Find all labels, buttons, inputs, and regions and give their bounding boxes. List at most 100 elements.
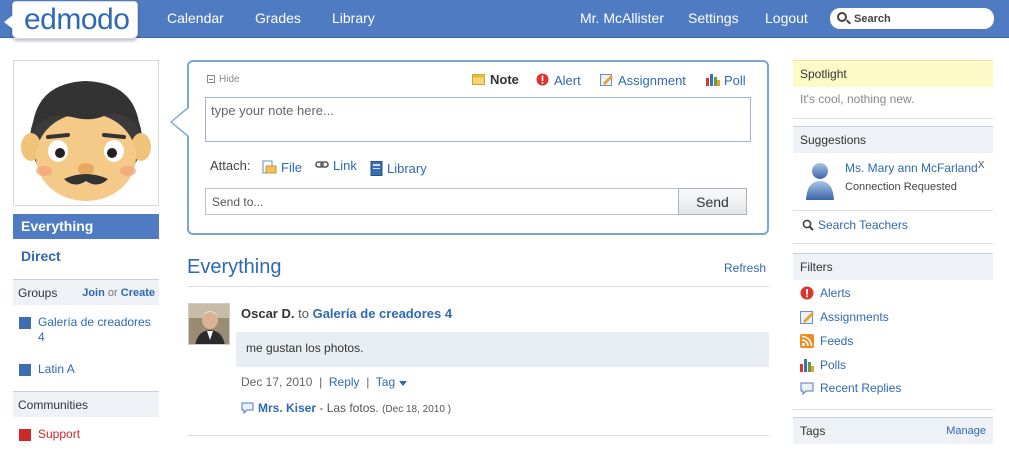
comment-bubble-icon bbox=[241, 402, 254, 415]
reply-link[interactable]: Reply bbox=[329, 375, 360, 389]
nav-logout-link[interactable]: Logout bbox=[765, 10, 808, 26]
rss-feed-icon bbox=[800, 334, 814, 348]
alert-icon bbox=[800, 286, 814, 300]
search-teachers-link[interactable]: Search Teachers bbox=[802, 217, 908, 232]
tab-poll[interactable]: Poll bbox=[706, 72, 746, 88]
filter-feeds-label: Feeds bbox=[820, 334, 854, 348]
create-group-link[interactable]: Create bbox=[121, 287, 155, 299]
nav-settings-link[interactable]: Settings bbox=[688, 10, 739, 26]
groups-actions: Join or Create bbox=[82, 287, 155, 299]
filter-alerts[interactable]: Alerts bbox=[800, 283, 851, 300]
post-reply: Mrs. Kiser - Las fotos. (Dec 18, 2010 ) bbox=[241, 400, 451, 415]
author-photo-icon bbox=[189, 304, 229, 344]
note-textarea[interactable] bbox=[206, 98, 750, 141]
spotlight-header: Spotlight bbox=[793, 60, 993, 87]
post-author-name[interactable]: Oscar D. bbox=[241, 306, 294, 321]
community-name[interactable]: Support bbox=[19, 427, 154, 442]
sidebar-item-direct[interactable]: Direct bbox=[13, 244, 159, 269]
filter-polls[interactable]: Polls bbox=[800, 355, 846, 372]
nav-calendar-link[interactable]: Calendar bbox=[167, 10, 224, 26]
send-to-field bbox=[205, 188, 679, 215]
filter-recent-replies[interactable]: Recent Replies bbox=[800, 379, 902, 396]
poll-icon bbox=[706, 73, 720, 86]
group-name[interactable]: Latin A bbox=[19, 362, 154, 377]
nav-library-link[interactable]: Library bbox=[332, 10, 375, 26]
note-icon bbox=[472, 73, 485, 85]
right-divider bbox=[793, 409, 993, 410]
nav-grades-link[interactable]: Grades bbox=[255, 10, 301, 26]
dismiss-suggestion-close-icon[interactable]: x bbox=[978, 156, 985, 171]
right-divider bbox=[793, 243, 993, 244]
post-author-avatar[interactable] bbox=[188, 303, 230, 345]
tags-heading: Tags bbox=[800, 424, 826, 438]
attach-link-link[interactable]: Link bbox=[315, 158, 357, 173]
post-meta: Dec 17, 2010 | Reply | Tag bbox=[241, 375, 407, 389]
refresh-link[interactable]: Refresh bbox=[724, 261, 766, 275]
suggestion-name-link[interactable]: Ms. Mary ann McFarland bbox=[845, 161, 978, 175]
person-silhouette-icon bbox=[806, 163, 834, 200]
join-group-link[interactable]: Join bbox=[82, 287, 105, 299]
attach-library-link[interactable]: Library bbox=[370, 158, 427, 176]
right-divider bbox=[793, 210, 993, 211]
profile-avatar[interactable] bbox=[13, 60, 159, 206]
community-item[interactable]: Support bbox=[19, 427, 154, 442]
filter-recent-replies-label: Recent Replies bbox=[820, 381, 902, 395]
groups-heading: Groups bbox=[18, 286, 58, 300]
filter-feeds[interactable]: Feeds bbox=[800, 331, 853, 348]
sidebar-item-everything[interactable]: Everything bbox=[13, 214, 159, 239]
link-icon bbox=[315, 161, 329, 168]
group-item[interactable]: Galería de creadores 4 bbox=[19, 315, 154, 345]
search-box bbox=[830, 8, 994, 29]
search-teachers-label: Search Teachers bbox=[818, 218, 908, 232]
group-color-icon bbox=[19, 317, 31, 329]
assignment-icon bbox=[600, 73, 613, 86]
magnifier-icon bbox=[802, 219, 814, 231]
tab-assignment[interactable]: Assignment bbox=[600, 72, 686, 88]
send-button[interactable]: Send bbox=[678, 188, 747, 215]
post-group-link[interactable]: Galería de creadores 4 bbox=[313, 306, 452, 321]
nav-user-link[interactable]: Mr. McAllister bbox=[580, 10, 664, 26]
tag-dropdown[interactable]: Tag bbox=[376, 375, 407, 389]
attach-file-link[interactable]: File bbox=[262, 158, 302, 175]
suggestion-avatar[interactable] bbox=[804, 160, 836, 203]
search-input[interactable] bbox=[854, 11, 984, 26]
chevron-down-icon bbox=[398, 381, 407, 386]
collapse-icon bbox=[207, 75, 215, 83]
send-to-input[interactable] bbox=[206, 189, 678, 214]
alert-icon bbox=[536, 73, 549, 86]
meta-separator: | bbox=[366, 375, 370, 389]
tab-note-label: Note bbox=[490, 72, 519, 87]
hide-label: Hide bbox=[219, 74, 240, 85]
feed-divider bbox=[187, 435, 769, 436]
group-name[interactable]: Galería de creadores 4 bbox=[19, 315, 154, 345]
tab-note[interactable]: Note bbox=[472, 72, 519, 87]
tab-alert[interactable]: Alert bbox=[536, 72, 581, 88]
tag-label: Tag bbox=[375, 375, 396, 389]
filters-header: Filters bbox=[793, 253, 993, 280]
feed-title: Everything bbox=[187, 256, 282, 278]
suggestions-header: Suggestions bbox=[793, 126, 993, 153]
top-navigation-bar: edmodo Calendar Grades Library Mr. McAll… bbox=[0, 0, 1009, 39]
reply-author-name[interactable]: Mrs. Kiser bbox=[258, 401, 316, 415]
reply-text: - Las fotos. bbox=[319, 401, 379, 415]
assignment-icon bbox=[800, 310, 814, 324]
filter-polls-label: Polls bbox=[820, 358, 847, 372]
manage-tags-link[interactable]: Manage bbox=[946, 425, 986, 437]
hide-composer-toggle[interactable]: Hide bbox=[207, 74, 240, 85]
tab-poll-label: Poll bbox=[724, 73, 746, 88]
attach-library-label: Library bbox=[387, 161, 427, 176]
community-color-icon bbox=[19, 429, 31, 441]
groups-section-header: Groups Join or Create bbox=[13, 279, 159, 305]
group-item[interactable]: Latin A bbox=[19, 362, 154, 377]
filter-assignments[interactable]: Assignments bbox=[800, 307, 889, 324]
comment-bubble-icon bbox=[800, 382, 814, 396]
filter-assignments-label: Assignments bbox=[820, 310, 889, 324]
cartoon-teacher-avatar-icon bbox=[21, 81, 151, 201]
tab-alert-label: Alert bbox=[554, 73, 581, 88]
feed-divider bbox=[187, 286, 769, 287]
edmodo-logo[interactable]: edmodo bbox=[4, 1, 138, 39]
right-divider bbox=[793, 118, 993, 119]
search-icon bbox=[837, 12, 847, 22]
file-icon bbox=[262, 160, 277, 174]
spotlight-text: It's cool, nothing new. bbox=[800, 92, 915, 106]
